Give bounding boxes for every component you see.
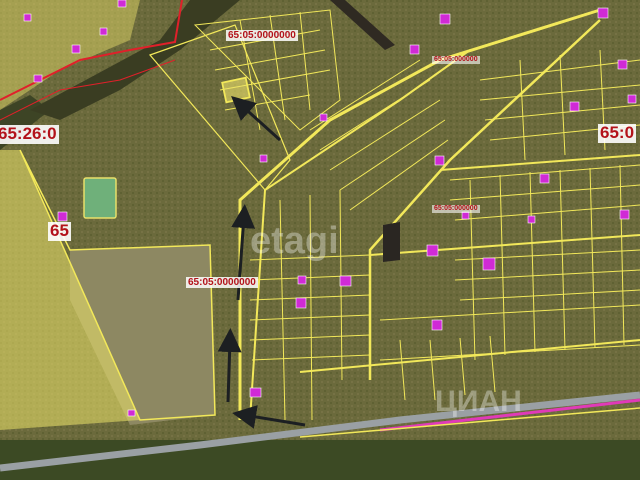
block-label-b: 65:05:000000 [432,205,480,213]
zone-label-left: 65:26:0 [0,124,59,144]
building-marker-icon [627,94,637,104]
watermark-etagi: etagi [250,220,339,262]
building-marker-icon [295,297,307,309]
building-marker-icon [297,275,307,285]
dark-patch [383,222,400,262]
parcel-label-top: 65:05:0000000 [226,30,298,41]
building-marker-icon [539,173,550,184]
building-marker-icon [439,13,451,25]
building-marker-icon [23,13,32,22]
block-label-a: 65:05:000000 [432,56,480,64]
building-marker-icon [617,59,628,70]
building-marker-icon [33,74,43,83]
building-marker-icon [249,387,262,398]
building-marker-icon [461,211,470,220]
arrow-icon [217,328,242,403]
building-marker-icon [259,154,268,163]
building-marker-icon [409,44,420,55]
zone-label-left-short: 65 [48,221,71,241]
selected-parcel[interactable] [221,76,251,104]
building-marker-icon [319,113,328,122]
building-marker-icon [71,44,81,54]
building-marker-icon [57,211,68,222]
watermark-cian: ЦИАН [435,385,522,418]
parcel-label-mid: 65:05:0000000 [186,277,258,288]
building-marker-icon [426,244,439,257]
zone-label-right: 65:0 [598,123,637,143]
building-marker-icon [569,101,580,112]
building-marker-icon [619,209,630,220]
building-marker-icon [339,275,352,287]
building-marker-icon [434,155,445,166]
building-marker-icon [597,7,609,19]
cadastral-map[interactable]: 65:05:0000000 65:05:0000000 65:05:000000… [0,0,640,480]
building-marker-icon [527,215,536,224]
pond [83,177,117,219]
building-marker-icon [127,409,136,417]
building-marker-icon [431,319,443,331]
building-marker-icon [99,27,108,36]
building-marker-icon [482,257,496,271]
building-marker-icon [117,0,127,8]
